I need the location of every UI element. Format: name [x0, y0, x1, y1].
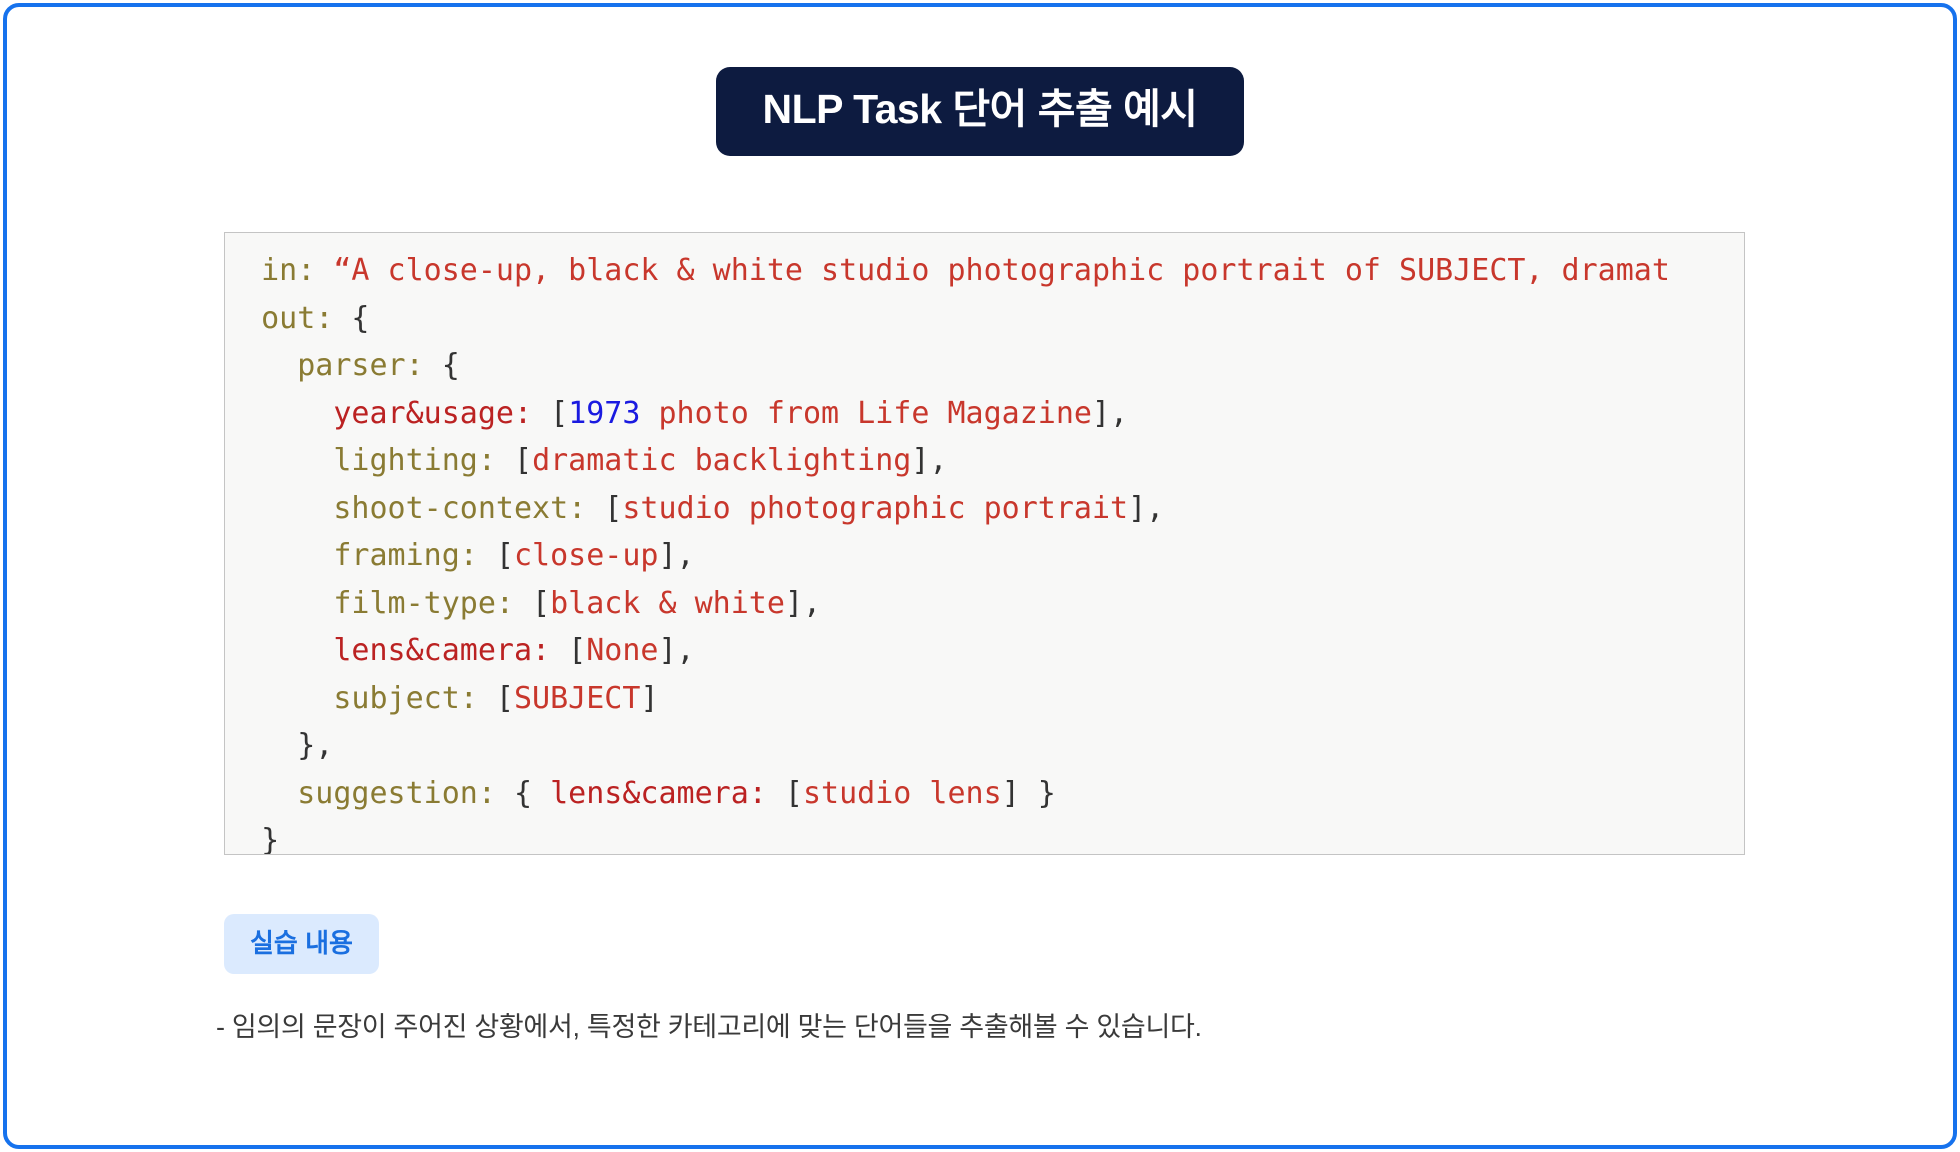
code-token-punct: ],	[1128, 490, 1165, 526]
code-token-key: in:	[261, 253, 316, 288]
code-token-punct: ],	[658, 633, 695, 668]
code-token-key: out:	[261, 300, 334, 336]
description-text: - 임의의 문장이 주어진 상황에서, 특정한 카테고리에 맞는 단어들을 추출…	[216, 1012, 1202, 1042]
code-line: suggestion: { lens&camera: [studio lens]…	[225, 770, 1744, 818]
code-block: in: “A close-up, black & white studio ph…	[224, 232, 1745, 855]
code-token-key: film-type:	[333, 585, 514, 621]
code-lines: in: “A close-up, black & white studio ph…	[225, 247, 1744, 855]
code-token-str: close-up	[514, 538, 659, 573]
code-token-punct: ],	[911, 443, 948, 478]
code-token-punct: [	[495, 443, 533, 478]
code-line: lighting: [dramatic backlighting],	[225, 437, 1744, 485]
code-token-str: dramatic backlighting	[532, 443, 912, 478]
code-token-punct: [	[532, 395, 569, 431]
title-row: NLP Task 단어 추출 예시	[7, 67, 1953, 156]
code-token-punct: {	[423, 348, 460, 383]
code-token-key: parser:	[297, 348, 424, 383]
code-token-key_red: lens&camera:	[550, 775, 767, 811]
code-token-key: shoot-context:	[333, 490, 587, 526]
code-token-punct: [	[586, 490, 623, 526]
code-line: parser: {	[225, 342, 1744, 390]
code-token-key: lighting:	[333, 443, 496, 478]
code-token-punct: [	[477, 538, 514, 573]
page-content: NLP Task 단어 추출 예시 in: “A close-up, black…	[7, 7, 1953, 1145]
code-token-punct: [	[766, 775, 803, 811]
code-token-str: None	[586, 633, 659, 668]
code-token-punct: ],	[1091, 395, 1129, 431]
code-token-punct: }	[261, 823, 280, 855]
code-line: shoot-context: [studio photographic port…	[225, 485, 1744, 533]
code-token-str: studio lens	[803, 775, 1002, 811]
code-token-punct: ],	[658, 538, 695, 573]
code-token-num: 1973	[568, 395, 641, 431]
code-token-key_red: year&usage:	[333, 395, 533, 431]
code-token-punct: ],	[784, 585, 822, 621]
code-token-punct: ] }	[1001, 775, 1056, 811]
code-token-key: framing:	[333, 538, 478, 573]
code-token-punct: {	[495, 775, 551, 811]
code-token-punct: [	[477, 680, 514, 716]
code-token-str: black & white	[550, 585, 785, 621]
code-token-punct: },	[297, 728, 334, 763]
code-token-punct: {	[333, 300, 370, 336]
code-line: film-type: [black & white],	[225, 580, 1744, 628]
code-line: lens&camera: [None],	[225, 627, 1744, 675]
code-token-key_red: lens&camera:	[333, 633, 551, 668]
code-token-str: SUBJECT	[514, 680, 641, 716]
page-frame: NLP Task 단어 추출 예시 in: “A close-up, black…	[3, 3, 1957, 1149]
code-line: year&usage: [1973 photo from Life Magazi…	[225, 390, 1744, 438]
practice-section-badge: 실습 내용	[224, 914, 379, 974]
code-line: in: “A close-up, black & white studio ph…	[225, 247, 1744, 295]
code-line: }	[225, 817, 1744, 855]
code-line: },	[225, 722, 1744, 770]
code-line: subject: [SUBJECT]	[225, 675, 1744, 723]
code-line: out: {	[225, 295, 1744, 343]
code-token-punct: [	[514, 585, 551, 621]
code-token-str: photo from Life Magazine	[640, 395, 1092, 431]
code-token-punct: ]	[640, 680, 659, 716]
code-token-str: “A close-up, black & white studio photog…	[333, 253, 1670, 288]
code-token-punct: [	[550, 633, 587, 668]
code-token-str: studio photographic portrait	[622, 490, 1129, 526]
code-line: framing: [close-up],	[225, 532, 1744, 580]
code-token-key: suggestion:	[297, 775, 496, 811]
page-title: NLP Task 단어 추출 예시	[716, 67, 1244, 156]
code-token-key: subject:	[333, 680, 478, 716]
